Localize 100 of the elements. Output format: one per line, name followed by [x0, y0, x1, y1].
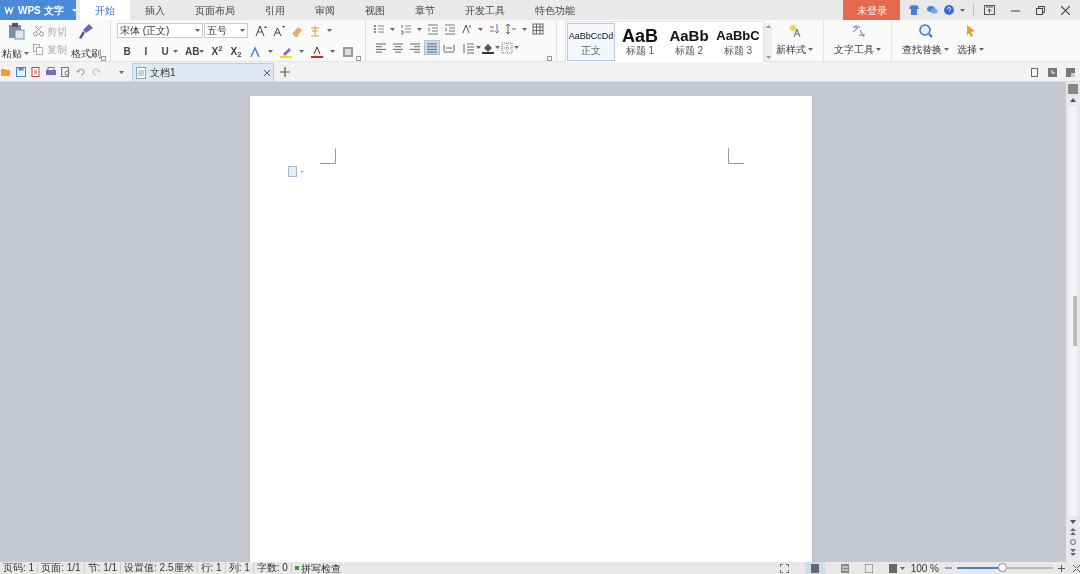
- format-painter-icon[interactable]: [77, 22, 95, 40]
- caret-icon[interactable]: [300, 170, 304, 173]
- shrink-font-icon[interactable]: [273, 24, 285, 37]
- app-menu-button[interactable]: WPS 文字: [0, 0, 76, 20]
- caret-icon[interactable]: [944, 48, 949, 51]
- caret-icon[interactable]: [522, 27, 527, 31]
- style-option[interactable]: AaB 标题 1: [616, 22, 664, 61]
- pdf-export-icon[interactable]: [31, 67, 41, 77]
- scrollbar-thumb[interactable]: [1073, 296, 1077, 346]
- scroll-up-icon[interactable]: [1070, 98, 1076, 102]
- align-button[interactable]: [407, 40, 423, 55]
- next-page-icon[interactable]: [1070, 549, 1076, 556]
- panel-icon[interactable]: [1066, 67, 1075, 77]
- caret-icon[interactable]: [199, 50, 204, 53]
- zoom-out-icon[interactable]: [945, 565, 952, 571]
- gallery-scrollbar[interactable]: [764, 22, 772, 61]
- ribbon-tab[interactable]: 引用: [250, 0, 300, 20]
- format-button[interactable]: X$^{2}$: [211, 44, 223, 59]
- reading-view-icon[interactable]: [888, 563, 897, 573]
- caret-icon[interactable]: [71, 8, 77, 12]
- new-tab-icon[interactable]: [280, 67, 290, 77]
- fullscreen-icon[interactable]: [779, 563, 789, 573]
- caret-icon[interactable]: [330, 50, 335, 53]
- new-style-button[interactable]: 新样式: [776, 42, 813, 57]
- dialog-launcher-icon[interactable]: [547, 56, 552, 61]
- format-button[interactable]: I: [140, 44, 152, 59]
- chat-icon[interactable]: [926, 5, 938, 15]
- caret-icon[interactable]: [960, 8, 965, 12]
- grow-font-icon[interactable]: [255, 24, 267, 37]
- print-icon[interactable]: [46, 67, 56, 77]
- caret-icon[interactable]: [299, 50, 304, 53]
- caret-icon[interactable]: [173, 50, 178, 53]
- ribbon-tab[interactable]: 特色功能: [520, 0, 590, 20]
- font-family-dropdown[interactable]: 宋体 (正文): [117, 23, 203, 38]
- paste-icon[interactable]: [6, 22, 25, 40]
- caret-icon[interactable]: [478, 27, 483, 31]
- dialog-launcher-icon[interactable]: [101, 56, 106, 61]
- caret-icon[interactable]: [417, 27, 422, 31]
- font-size-dropdown[interactable]: 五号: [204, 23, 248, 38]
- format-button[interactable]: B: [121, 44, 133, 59]
- undo-icon[interactable]: [76, 67, 86, 77]
- ribbon-tab[interactable]: 页面布局: [180, 0, 250, 20]
- scroll-down-icon[interactable]: [1070, 520, 1076, 524]
- zoom-in-icon[interactable]: [1058, 564, 1065, 572]
- ribbon-tab[interactable]: 开发工具: [450, 0, 520, 20]
- caret-icon[interactable]: [119, 70, 124, 74]
- change-case-icon[interactable]: [461, 23, 473, 35]
- document-tab[interactable]: 文档1: [132, 63, 274, 81]
- format-painter-button[interactable]: 格式刷: [71, 46, 101, 61]
- ribbon-tab[interactable]: 审阅: [300, 0, 350, 20]
- text-tools-button[interactable]: 文字工具: [834, 42, 881, 57]
- caret-icon[interactable]: [899, 566, 905, 570]
- sidebar-doc-icon[interactable]: [1031, 67, 1039, 77]
- caret-icon[interactable]: [390, 27, 395, 31]
- align-button[interactable]: [390, 40, 406, 55]
- ribbon-tab[interactable]: 视图: [350, 0, 400, 20]
- web-view-icon[interactable]: [864, 563, 873, 573]
- format-button[interactable]: X$_{2}$: [230, 44, 242, 59]
- font-color-icon[interactable]: [311, 45, 323, 58]
- shading-icon[interactable]: [342, 45, 354, 58]
- browse-object-icon[interactable]: [1070, 539, 1076, 545]
- spell-check-button[interactable]: 拼写检查: [291, 562, 344, 574]
- window-pin-icon[interactable]: [984, 5, 995, 15]
- shirt-icon[interactable]: [908, 5, 920, 15]
- text-effect-icon[interactable]: [249, 45, 261, 58]
- close-icon[interactable]: [1061, 5, 1070, 15]
- ribbon-tab[interactable]: 开始: [80, 0, 130, 20]
- paste-button[interactable]: 粘贴: [2, 46, 29, 61]
- line-spacing-icon[interactable]: [505, 23, 517, 35]
- caret-icon[interactable]: [327, 29, 332, 32]
- caret-icon[interactable]: [808, 48, 813, 51]
- style-option[interactable]: AaBbC 标题 3: [714, 22, 762, 61]
- caret-icon[interactable]: [979, 48, 984, 51]
- caret-icon[interactable]: [876, 48, 881, 51]
- zoom-slider-thumb[interactable]: [998, 563, 1008, 572]
- caret-icon[interactable]: [268, 50, 273, 53]
- caret-icon[interactable]: [495, 46, 500, 49]
- table-icon[interactable]: [532, 23, 544, 35]
- caret-icon[interactable]: [514, 46, 519, 49]
- previous-page-icon[interactable]: [1070, 528, 1076, 535]
- caret-icon[interactable]: [24, 52, 29, 55]
- style-option[interactable]: AaBbCcDd 正文: [567, 22, 615, 61]
- select-button[interactable]: 选择: [957, 42, 984, 57]
- style-option[interactable]: AaBb 标题 2: [665, 22, 713, 61]
- dialog-launcher-icon[interactable]: [356, 56, 361, 61]
- highlighter-icon[interactable]: [280, 45, 292, 58]
- format-button[interactable]: AB: [185, 44, 197, 59]
- save-icon[interactable]: [16, 67, 26, 77]
- close-tab-icon[interactable]: [264, 69, 270, 76]
- outline-view-icon[interactable]: [840, 563, 849, 573]
- ribbon-tab[interactable]: 章节: [400, 0, 450, 20]
- restore-icon[interactable]: [1036, 5, 1045, 15]
- align-button[interactable]: [424, 40, 440, 55]
- align-button[interactable]: [373, 40, 389, 55]
- caret-icon[interactable]: [476, 46, 481, 49]
- help-icon[interactable]: [944, 5, 954, 15]
- bullet-list-icon[interactable]: [373, 23, 385, 35]
- ribbon-tab[interactable]: 插入: [130, 0, 180, 20]
- format-button[interactable]: U: [159, 44, 171, 59]
- find-replace-button[interactable]: 查找替换: [902, 42, 949, 57]
